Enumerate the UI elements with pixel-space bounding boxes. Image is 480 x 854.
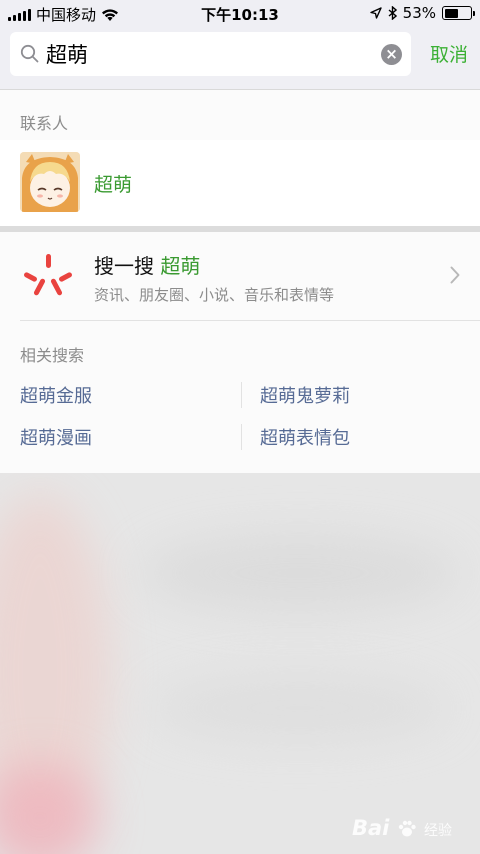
blur-shape	[150, 673, 450, 743]
cancel-button[interactable]: 取消	[430, 40, 468, 67]
related-search-link[interactable]: 超萌漫画	[20, 424, 92, 450]
related-search-link[interactable]: 超萌金服	[20, 382, 92, 408]
sousou-logo-icon	[24, 254, 72, 296]
search-results: 联系人 超萌 搜一搜 超萌 资讯、朋友圈、小说、音乐和表情等 相关搜索 超萌金服…	[0, 90, 480, 473]
battery-icon	[442, 6, 475, 20]
related-search-link[interactable]: 超萌表情包	[260, 424, 350, 450]
search-icon	[20, 44, 39, 63]
battery-percent: 53%	[402, 4, 436, 22]
related-section-label: 相关搜索	[20, 346, 85, 365]
avatar	[20, 152, 80, 212]
contact-row[interactable]: 超萌	[0, 140, 480, 226]
location-arrow-icon	[369, 6, 382, 19]
sousou-title-keyword: 超萌	[160, 254, 201, 278]
related-search-link[interactable]: 超萌鬼萝莉	[260, 382, 350, 408]
watermark-brand: Bai	[351, 816, 390, 840]
divider	[20, 320, 480, 321]
column-divider	[241, 424, 242, 450]
search-box[interactable]: ×	[10, 32, 411, 76]
column-divider	[241, 382, 242, 408]
clear-icon[interactable]: ×	[381, 44, 402, 65]
search-input[interactable]	[46, 38, 376, 70]
search-header: × 取消	[0, 28, 480, 90]
sousou-title: 搜一搜 超萌	[94, 250, 200, 279]
sousou-search-row[interactable]: 搜一搜 超萌 资讯、朋友圈、小说、音乐和表情等	[0, 232, 480, 320]
paw-icon	[398, 820, 416, 837]
contact-name: 超萌	[94, 174, 133, 196]
contacts-section-label: 联系人	[20, 114, 69, 133]
blurred-background[interactable]: Bai 经验	[0, 473, 480, 854]
baidu-watermark: Bai 经验	[352, 816, 452, 840]
sousou-title-prefix: 搜一搜	[94, 254, 154, 278]
chevron-right-icon	[450, 266, 460, 284]
blur-shape	[140, 533, 460, 613]
watermark-suffix: 经验	[424, 823, 452, 839]
status-right: 53%	[369, 4, 475, 22]
anime-girl-avatar-icon	[20, 152, 80, 212]
sousou-description: 资讯、朋友圈、小说、音乐和表情等	[94, 286, 335, 304]
battery-level-fill	[444, 8, 458, 18]
bluetooth-icon	[388, 6, 397, 20]
status-bar: 中国移动 下午10:13 53%	[0, 0, 480, 28]
